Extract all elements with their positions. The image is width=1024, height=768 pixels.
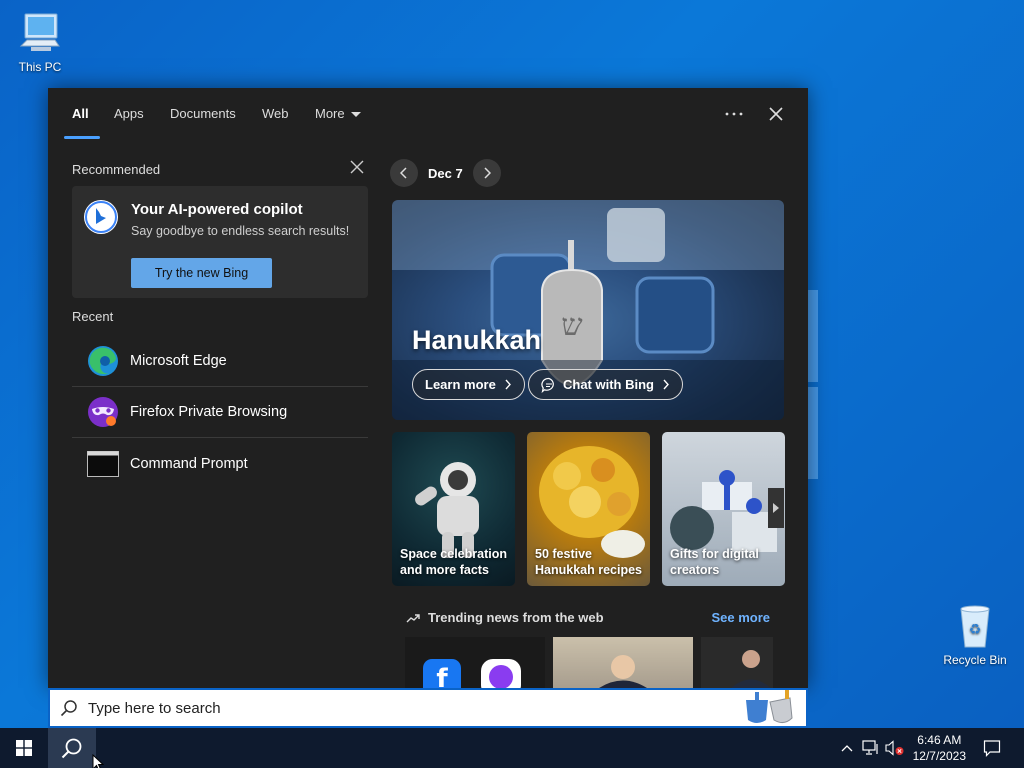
clock-date: 12/7/2023 <box>912 749 966 763</box>
see-more-link[interactable]: See more <box>711 610 770 625</box>
search-tabs: All Apps Documents Web More <box>48 88 808 140</box>
next-day-button[interactable] <box>472 159 501 187</box>
recent-item-edge[interactable]: Microsoft Edge <box>72 336 368 387</box>
start-button[interactable] <box>0 728 48 768</box>
taskbar-search-button[interactable] <box>48 728 96 768</box>
search-input[interactable] <box>88 699 688 717</box>
edge-icon <box>86 344 120 378</box>
dismiss-recommended-button[interactable] <box>350 160 368 178</box>
hero-title: Hanukkah <box>412 325 542 355</box>
desktop-icon-label: Recycle Bin <box>943 653 1007 667</box>
tab-more-label: More <box>315 106 345 121</box>
bing-logo-icon <box>84 200 118 234</box>
tab-web[interactable]: Web <box>262 106 289 121</box>
hanukkah-hero-card[interactable]: ש Hanukkah Learn more Chat with Bing <box>392 200 784 420</box>
recent-heading: Recent <box>72 309 114 324</box>
chevron-up-icon <box>841 745 853 752</box>
news-thumbnail[interactable]: f <box>405 637 545 688</box>
recent-item-command-prompt[interactable]: Command Prompt <box>72 438 368 489</box>
chevron-left-icon <box>400 167 407 179</box>
try-bing-button[interactable]: Try the new Bing <box>131 258 272 288</box>
tab-all[interactable]: All <box>72 106 89 121</box>
computer-icon <box>19 13 60 51</box>
highlight-card[interactable]: 50 festive Hanukkah recipes <box>527 432 650 586</box>
windows-logo-icon <box>16 740 32 756</box>
chevron-right-icon <box>663 379 669 390</box>
chat-with-bing-label: Chat with Bing <box>563 377 654 392</box>
notification-icon <box>983 740 1001 757</box>
recent-list: Microsoft Edge Firefox Private Browsing <box>72 336 368 489</box>
card-caption: Space celebration and more facts <box>400 547 507 577</box>
desktop-icon-label: This PC <box>18 60 62 74</box>
tab-apps[interactable]: Apps <box>114 106 144 121</box>
close-icon <box>350 160 364 174</box>
highlight-cards: Space celebration and more facts 50 fest… <box>392 432 785 586</box>
more-options-button[interactable] <box>720 102 748 126</box>
show-hidden-icons-button[interactable] <box>838 728 856 768</box>
trending-title: Trending news from the web <box>428 610 604 625</box>
search-icon <box>60 700 77 717</box>
news-thumbnail[interactable] <box>553 637 693 688</box>
chat-bubble-icon <box>541 377 554 393</box>
close-panel-button[interactable] <box>762 102 790 126</box>
network-icon <box>862 740 878 755</box>
taskbar-clock[interactable]: 6:46 AM 12/7/2023 <box>913 732 966 764</box>
taskbar: 6:46 AM 12/7/2023 <box>0 728 1024 768</box>
copilot-subtitle: Say goodbye to endless search results! <box>131 224 350 238</box>
previous-day-button[interactable] <box>390 159 418 187</box>
taskbar-search-box[interactable] <box>48 688 808 728</box>
date-navigation: Dec 7 <box>390 158 501 188</box>
recent-item-label: Firefox Private Browsing <box>130 404 288 420</box>
volume-button[interactable] <box>884 728 906 768</box>
active-tab-indicator <box>64 136 100 139</box>
recent-item-label: Microsoft Edge <box>130 353 227 369</box>
recycle-bin-icon: ♻ <box>960 605 990 648</box>
mouse-cursor-icon <box>92 754 104 768</box>
trending-header: Trending news from the web See more <box>406 610 770 625</box>
recommended-heading: Recommended <box>72 162 161 177</box>
action-center-button[interactable] <box>978 728 1006 768</box>
clock-time: 6:46 AM <box>917 733 962 747</box>
tab-more[interactable]: More <box>315 106 361 121</box>
dreidel-doodle-icon <box>746 690 793 724</box>
network-status-button[interactable] <box>860 728 882 768</box>
cards-next-button[interactable] <box>768 488 784 528</box>
card-caption: Gifts for digital creators <box>670 547 759 577</box>
search-panel: All Apps Documents Web More Recommended … <box>48 88 808 688</box>
svg-text:♻: ♻ <box>969 622 982 638</box>
social-apps-icon: f <box>423 659 521 688</box>
chat-with-bing-button[interactable]: Chat with Bing <box>528 369 683 400</box>
cmd-icon <box>86 447 120 481</box>
copilot-card: Your AI-powered copilot Say goodbye to e… <box>72 186 368 298</box>
chevron-right-icon <box>484 167 491 179</box>
chevron-right-icon <box>505 379 511 390</box>
volume-muted-icon <box>885 740 904 756</box>
copilot-title: Your AI-powered copilot <box>131 201 303 218</box>
news-photo-icon <box>553 637 693 688</box>
firefox-private-icon <box>86 395 120 429</box>
svg-text:ש: ש <box>561 308 582 343</box>
desktop-icon-recycle-bin[interactable]: ♻ Recycle Bin <box>935 603 1015 667</box>
recent-item-firefox-private[interactable]: Firefox Private Browsing <box>72 387 368 438</box>
close-icon <box>769 107 783 121</box>
search-icon <box>61 738 82 759</box>
news-photo-icon <box>731 650 771 688</box>
news-thumbnail[interactable] <box>701 637 773 688</box>
highlight-card[interactable]: Gifts for digital creators <box>662 432 785 586</box>
learn-more-label: Learn more <box>425 377 496 392</box>
caret-down-icon <box>350 112 361 118</box>
svg-text:f: f <box>436 664 448 688</box>
desktop-icon-this-pc[interactable]: This PC <box>0 10 80 74</box>
ellipsis-icon <box>725 112 743 116</box>
learn-more-button[interactable]: Learn more <box>412 369 525 400</box>
highlight-date: Dec 7 <box>428 165 463 181</box>
recent-item-label: Command Prompt <box>130 455 248 472</box>
highlight-card[interactable]: Space celebration and more facts <box>392 432 515 586</box>
trending-up-icon <box>406 613 420 622</box>
triangle-right-icon <box>773 503 779 513</box>
tab-documents[interactable]: Documents <box>170 106 236 121</box>
card-caption: 50 festive Hanukkah recipes <box>535 547 642 577</box>
